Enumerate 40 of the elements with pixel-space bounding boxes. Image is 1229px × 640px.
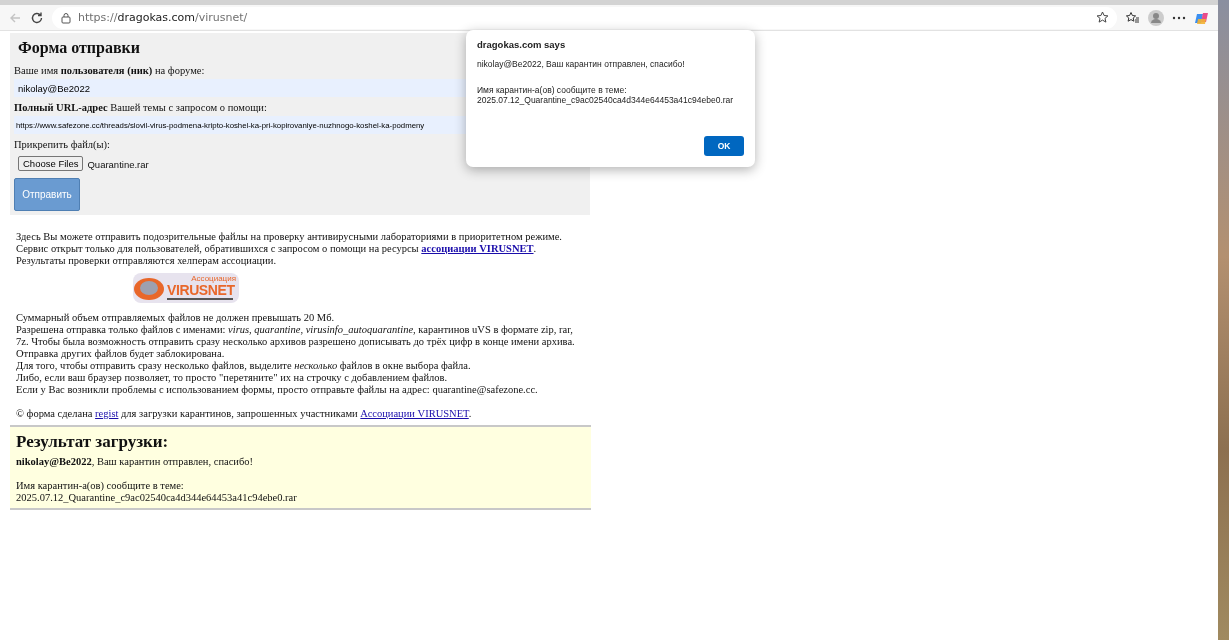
info-text: для загрузки карантинов, запрошенных участниками — [120, 408, 359, 419]
field-label: Прикрепить файл(ы): — [14, 138, 110, 152]
link[interactable]: ассоциации VIRUSNET — [421, 243, 534, 254]
virusnet-logo: Ассоциация VIRUSNET — [133, 272, 239, 304]
info-text: Здесь Вы можете отправить подозрительные файлы на проверку антивирусными лабораториями в приоритетном режиме. — [16, 231, 563, 243]
reload-icon[interactable] — [30, 10, 44, 25]
info-text: . — [533, 243, 537, 254]
info-text: Для того, чтобы отправить сразу несколько файлов, выделите несколько файлов в окне выбора файла. — [16, 360, 472, 372]
result-message: nikolay@Be2022, Ваш карантин отправлен, спасибо! — [16, 456, 255, 468]
info-text: Отправка других файлов будет заблокирована. — [16, 348, 226, 360]
field-label: Полный URL-адрес Вашей темы с запросом о помощи: — [14, 101, 267, 115]
info-text: Разрешена отправка только файлов с именами: virus, quarantine, virusinfo_autoquarantine, карантинов uVS в формате zip, rar, 7z. Чтобы была возможность отправить сразу несколько архивов разрешено дописывать до трёх цифр в конце имени архива. — [16, 324, 576, 348]
link[interactable]: Ассоциации VIRUSNET — [360, 408, 469, 419]
result-title: Результат загрузки: — [16, 432, 170, 452]
star-icon[interactable] — [1096, 11, 1109, 24]
form-title: Форма отправки — [18, 39, 141, 57]
site-info-icon[interactable] — [60, 11, 72, 24]
dialog-text: Имя карантин-а(ов) сообщите в теме: — [477, 85, 628, 95]
info-text: Либо, если ваш браузер позволяет, то просто "перетяните" их на строчку с добавлением файлов. — [16, 372, 449, 384]
info-text: Суммарный объем отправляемых файлов не должен превышать 20 Мб. — [16, 312, 336, 324]
dialog-title: dragokas.com says — [477, 39, 567, 50]
info-text: . — [468, 408, 472, 419]
profile-icon[interactable] — [1148, 9, 1164, 26]
ok-button[interactable]: OK — [704, 136, 744, 156]
favorites-icon[interactable] — [1125, 10, 1140, 25]
info-text: Сервис открыт только для пользователей, обратившихся с запросом о помощи на ресурсы — [16, 243, 420, 254]
field-label: Ваше имя пользователя (ник) на форуме: — [14, 64, 205, 78]
link[interactable]: regist — [95, 408, 119, 419]
dialog-file-name: 2025.07.12_Quarantine_c9ac02540ca4d344e64453a41c94ebe0.rar — [477, 95, 735, 105]
url-text[interactable]: https://dragokas.com/virusnet/ — [78, 11, 248, 24]
choose-files-button[interactable]: Choose Files — [18, 156, 84, 171]
result-label: Имя карантин-а(ов) сообщите в теме: — [16, 480, 185, 492]
input-field[interactable]: nikolay@Be2022 — [14, 79, 466, 97]
info-text: © форма сделана — [16, 408, 94, 419]
dialog-message: nikolay@Be2022, Ваш карантин отправлен, спасибо! — [477, 59, 686, 69]
more-dots-icon[interactable] — [1172, 15, 1186, 20]
info-text: Результаты проверки отправляются хелперам ассоциации. — [16, 255, 278, 267]
result-file-name: 2025.07.12_Quarantine_c9ac02540ca4d344e64453a41c94ebe0.rar — [16, 492, 298, 504]
info-text: Если у Вас возникли проблемы с использованием формы, просто отправьте файлы на адрес: quarantine@safezone.cc. — [16, 384, 539, 396]
file-name: Quarantine.rar — [87, 159, 149, 170]
